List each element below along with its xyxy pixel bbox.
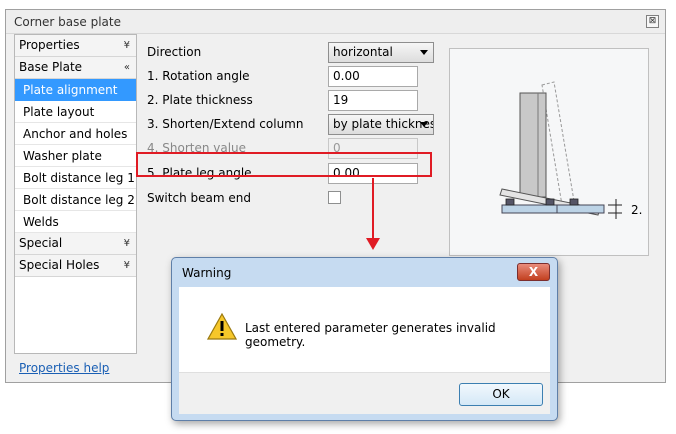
window-title: Corner base plate [14, 15, 121, 29]
rotated-column-outline [541, 81, 575, 206]
direction-select[interactable]: horizontal [328, 42, 434, 63]
dropdown-arrow-icon [420, 50, 428, 55]
sidebar-section-label: Special Holes [19, 258, 100, 272]
rotation-angle-label: 1. Rotation angle [147, 69, 250, 83]
switch-beam-end-row: Switch beam end [146, 188, 436, 210]
sidebar-item-bolt-distance-leg-2[interactable]: Bolt distance leg 2 [15, 189, 136, 211]
chevron-down-icon[interactable]: ¥ [124, 35, 130, 56]
sidebar-item-anchor-and-holes[interactable]: Anchor and holes [15, 123, 136, 145]
sidebar-item-bolt-distance-leg-1[interactable]: Bolt distance leg 1 [15, 167, 136, 189]
warning-footer: OK [179, 372, 550, 414]
ok-button[interactable]: OK [459, 383, 543, 406]
base-plate-shape [501, 204, 605, 214]
warning-message: Last entered parameter generates invalid… [245, 321, 496, 349]
bolt-shape [505, 198, 515, 206]
properties-help-link[interactable]: Properties help [19, 361, 109, 375]
plate-alignment-preview: 2. [449, 48, 649, 256]
sidebar-item-plate-alignment[interactable]: Plate alignment [15, 79, 136, 101]
chevron-up-icon[interactable]: « [124, 57, 130, 78]
rotation-angle-row: 1. Rotation angle 0.00 [146, 66, 436, 88]
highlight-box [136, 152, 432, 177]
base-plate-diagram: 2. [499, 81, 642, 219]
sidebar: Properties ¥ Base Plate « Plate alignmen… [14, 34, 137, 354]
sidebar-section-properties[interactable]: Properties ¥ [15, 35, 136, 57]
warning-title: Warning [182, 266, 232, 280]
sidebar-item-plate-layout[interactable]: Plate layout [15, 101, 136, 123]
sidebar-section-special[interactable]: Special ¥ [15, 233, 136, 255]
dimension-label: 2. [631, 203, 642, 217]
direction-value: horizontal [333, 45, 393, 59]
bolt-shape [545, 198, 555, 206]
sidebar-item-washer-plate[interactable]: Washer plate [15, 145, 136, 167]
close-icon[interactable]: ⊠ [646, 15, 659, 28]
close-icon[interactable]: X [517, 263, 550, 281]
warning-dialog: Warning X Last entered parameter generat… [171, 257, 558, 421]
shorten-extend-value: by plate thickness [333, 117, 434, 131]
warning-body: Last entered parameter generates invalid… [179, 287, 550, 372]
direction-label: Direction [147, 45, 202, 59]
shorten-extend-row: 3. Shorten/Extend column by plate thickn… [146, 114, 436, 136]
title-bar: Corner base plate ⊠ [6, 10, 665, 34]
switch-beam-end-label: Switch beam end [147, 191, 251, 205]
direction-row: Direction horizontal [146, 42, 436, 64]
sidebar-section-base-plate[interactable]: Base Plate « [15, 57, 136, 79]
plate-thickness-input[interactable]: 19 [328, 90, 418, 111]
shorten-extend-select[interactable]: by plate thickness [328, 114, 434, 135]
plate-thickness-label: 2. Plate thickness [147, 93, 253, 107]
warning-triangle-icon [207, 313, 237, 340]
chevron-down-icon[interactable]: ¥ [124, 255, 130, 276]
sidebar-item-welds[interactable]: Welds [15, 211, 136, 233]
sidebar-section-label: Special [19, 236, 63, 250]
arrow-down-icon [366, 238, 380, 250]
plate-thickness-row: 2. Plate thickness 19 [146, 90, 436, 112]
rotation-angle-input[interactable]: 0.00 [328, 66, 418, 87]
column-shape [519, 92, 547, 198]
switch-beam-end-checkbox[interactable] [328, 191, 341, 204]
shorten-extend-label: 3. Shorten/Extend column [147, 117, 304, 131]
bolt-shape [569, 198, 579, 206]
highlight-arrow-line [372, 178, 374, 240]
chevron-down-icon[interactable]: ¥ [124, 233, 130, 254]
sidebar-section-label: Base Plate [19, 60, 83, 74]
sidebar-section-special-holes[interactable]: Special Holes ¥ [15, 255, 136, 277]
sidebar-section-label: Properties [19, 38, 80, 52]
dropdown-arrow-icon [420, 122, 428, 127]
